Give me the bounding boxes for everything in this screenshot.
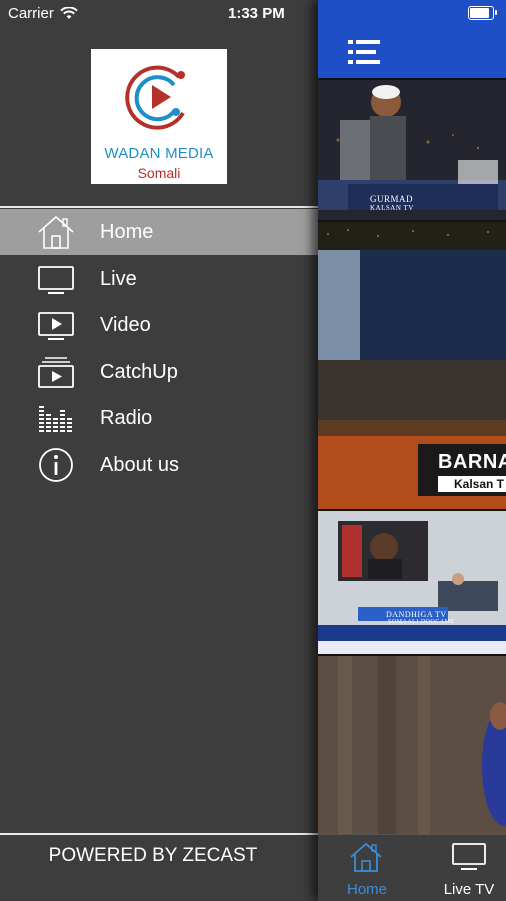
thumbnail-caption: KALSAN TV <box>370 204 414 212</box>
menu-item-label: Radio <box>100 407 153 429</box>
menu-divider-top <box>0 206 318 208</box>
video-thumbnail[interactable] <box>318 656 506 834</box>
menu-item-radio[interactable]: Radio <box>0 395 318 441</box>
powered-by-text: POWERED BY ZECAST <box>48 845 258 866</box>
video-thumbnail[interactable]: BARNA Kalsan T <box>318 222 506 509</box>
video-play-icon <box>38 312 74 340</box>
menu-item-label: Video <box>100 314 151 336</box>
menu-item-live[interactable]: Live <box>0 256 318 302</box>
menu-item-video[interactable]: Video <box>0 302 318 348</box>
thumbnail-image <box>318 656 506 834</box>
wadan-media-logo-icon <box>125 65 185 130</box>
menu-item-label: About us <box>100 453 179 476</box>
menu-item-label: Live <box>100 267 137 290</box>
menu-toggle-icon[interactable] <box>348 40 380 64</box>
carrier-group: Carrier <box>8 5 78 22</box>
tab-live-tv[interactable]: Live TV <box>412 835 506 901</box>
tab-home[interactable]: Home <box>318 835 412 901</box>
thumbnail-image <box>318 511 506 654</box>
thumbnail-caption: DANDHIGA TV <box>386 610 447 619</box>
tv-icon <box>452 843 486 870</box>
menu-item-catchup[interactable]: CatchUp <box>0 349 318 395</box>
menu-item-home[interactable]: Home <box>0 209 318 255</box>
equalizer-icon <box>39 406 72 432</box>
carrier-label: Carrier <box>8 5 54 22</box>
footer-divider <box>0 833 318 835</box>
catchup-icon <box>38 356 74 388</box>
wifi-icon <box>60 7 78 19</box>
menu-item-label: CatchUp <box>100 360 178 383</box>
thumbnail-headline: BARNA <box>438 451 506 473</box>
menu-item-label: Home <box>100 221 154 243</box>
side-drawer: WADAN MEDIA Somali Home Live Video Catch… <box>0 0 318 900</box>
thumbnail-caption: GURMAD <box>370 194 414 204</box>
status-time: 1:33 PM <box>228 5 285 22</box>
battery-icon <box>468 6 497 20</box>
tab-label: Live TV <box>443 881 495 898</box>
home-icon <box>350 842 382 872</box>
thumbnail-caption: SOMAALI DOOCAME <box>388 619 455 625</box>
logo-brand-text: WADAN MEDIA <box>104 145 214 162</box>
video-thumbnail[interactable]: DANDHIGA TV SOMAALI DOOCAME <box>318 511 506 654</box>
video-thumbnail[interactable]: GURMAD KALSAN TV <box>318 80 506 220</box>
app-logo: WADAN MEDIA Somali <box>91 49 227 184</box>
info-icon <box>39 447 73 482</box>
main-content: GURMAD KALSAN TV BARNA Kalsan T DANDHIGA… <box>318 0 506 901</box>
thumbnail-channel: Kalsan T <box>438 476 506 492</box>
tab-label: Home <box>346 881 387 898</box>
home-icon <box>38 215 74 249</box>
menu-item-about[interactable]: About us <box>0 442 318 488</box>
bottom-tab-bar: Home Live TV <box>318 834 506 901</box>
drawer-menu: Home Live Video CatchUp Radio About us <box>0 209 318 488</box>
tv-icon <box>38 265 74 294</box>
logo-subtitle-text: Somali <box>137 165 181 181</box>
status-bar: Carrier 1:33 PM <box>0 0 506 28</box>
